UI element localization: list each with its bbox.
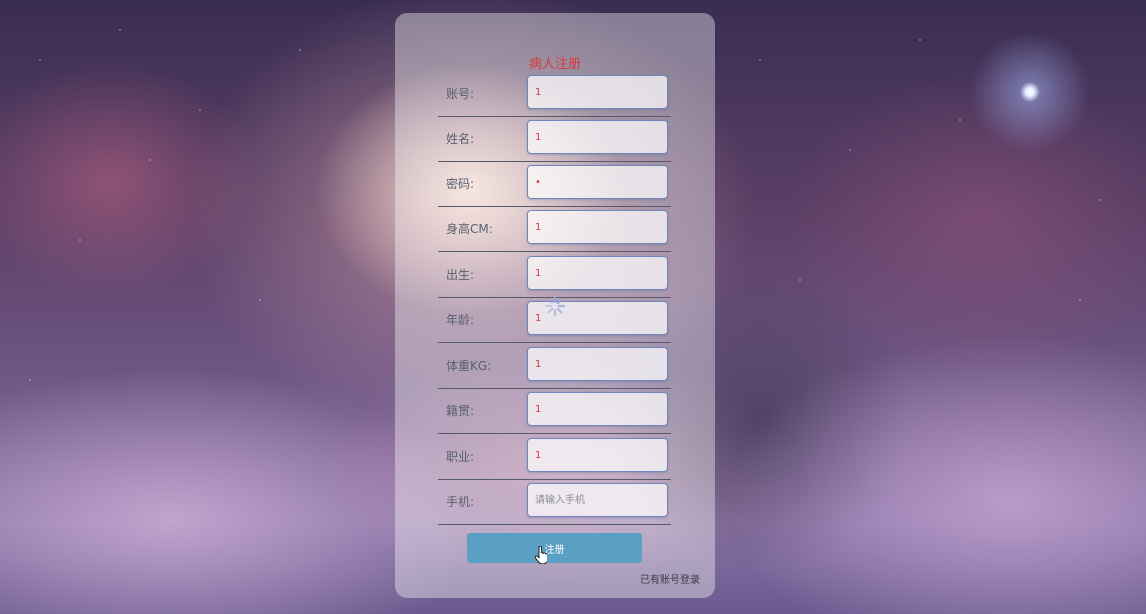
account-input[interactable] — [527, 75, 668, 109]
form-row-occupation: 职业: — [438, 434, 671, 480]
form-row-weight: 体重KG: — [438, 343, 671, 389]
phone-input[interactable] — [527, 483, 668, 517]
name-label: 姓名: — [446, 132, 475, 146]
loading-spinner-icon — [544, 295, 566, 317]
password-input[interactable] — [527, 165, 668, 199]
height-label: 身高CM: — [446, 222, 493, 236]
form-row-hometown: 籍贯: — [438, 388, 671, 434]
hometown-input[interactable] — [527, 392, 668, 426]
weight-input[interactable] — [527, 347, 668, 381]
form-row-name: 姓名: — [438, 116, 671, 162]
occupation-input[interactable] — [527, 438, 668, 472]
form-row-account: 账号: — [438, 71, 671, 117]
page-title: 病人注册 — [528, 57, 581, 72]
form-row-birth: 出生: — [438, 252, 671, 298]
hand-pointer-cursor-icon — [535, 546, 547, 564]
height-input[interactable] — [527, 210, 668, 244]
weight-label: 体重KG: — [446, 359, 492, 373]
form-row-height: 身高CM: — [438, 206, 671, 252]
form-row-password: 密码: — [438, 161, 671, 207]
login-link[interactable]: 已有账号登录 — [640, 571, 700, 586]
password-label: 密码: — [446, 177, 475, 191]
occupation-label: 职业: — [446, 450, 475, 464]
form-row-phone: 手机: — [438, 479, 671, 525]
phone-label: 手机: — [446, 495, 475, 509]
hometown-label: 籍贯: — [446, 404, 475, 418]
age-label: 年龄: — [446, 313, 475, 327]
account-label: 账号: — [446, 87, 475, 101]
birth-label: 出生: — [446, 268, 475, 282]
birth-input[interactable] — [527, 256, 668, 290]
name-input[interactable] — [527, 120, 668, 154]
register-button[interactable]: 注册 — [467, 533, 642, 563]
